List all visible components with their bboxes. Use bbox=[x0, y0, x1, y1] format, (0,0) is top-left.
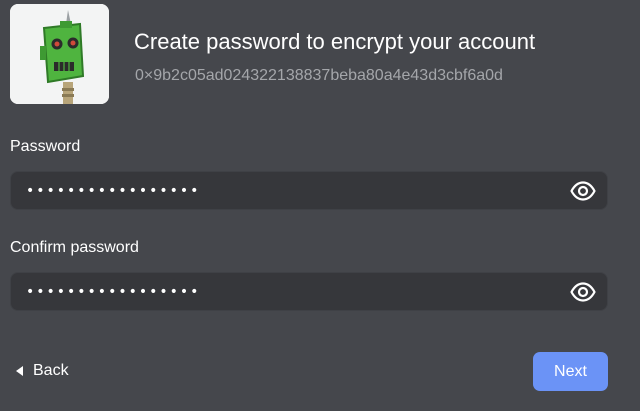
account-avatar bbox=[10, 4, 109, 104]
confirm-password-input[interactable] bbox=[26, 280, 546, 304]
confirm-password-label: Confirm password bbox=[10, 239, 139, 256]
password-label: Password bbox=[10, 138, 81, 155]
next-button[interactable]: Next bbox=[533, 352, 608, 391]
eye-icon[interactable] bbox=[570, 281, 596, 303]
robot-avatar-icon bbox=[10, 4, 109, 104]
page-title: Create password to encrypt your account bbox=[134, 29, 536, 54]
password-input[interactable] bbox=[26, 179, 546, 203]
back-button[interactable]: Back bbox=[16, 362, 69, 380]
account-address: 0×9b2c05ad024322138837beba80a4e43d3cbf6a… bbox=[135, 67, 503, 84]
back-label: Back bbox=[33, 362, 69, 379]
confirm-password-field bbox=[10, 272, 608, 311]
password-field bbox=[10, 171, 608, 210]
caret-left-icon bbox=[16, 366, 23, 376]
eye-icon[interactable] bbox=[570, 180, 596, 202]
